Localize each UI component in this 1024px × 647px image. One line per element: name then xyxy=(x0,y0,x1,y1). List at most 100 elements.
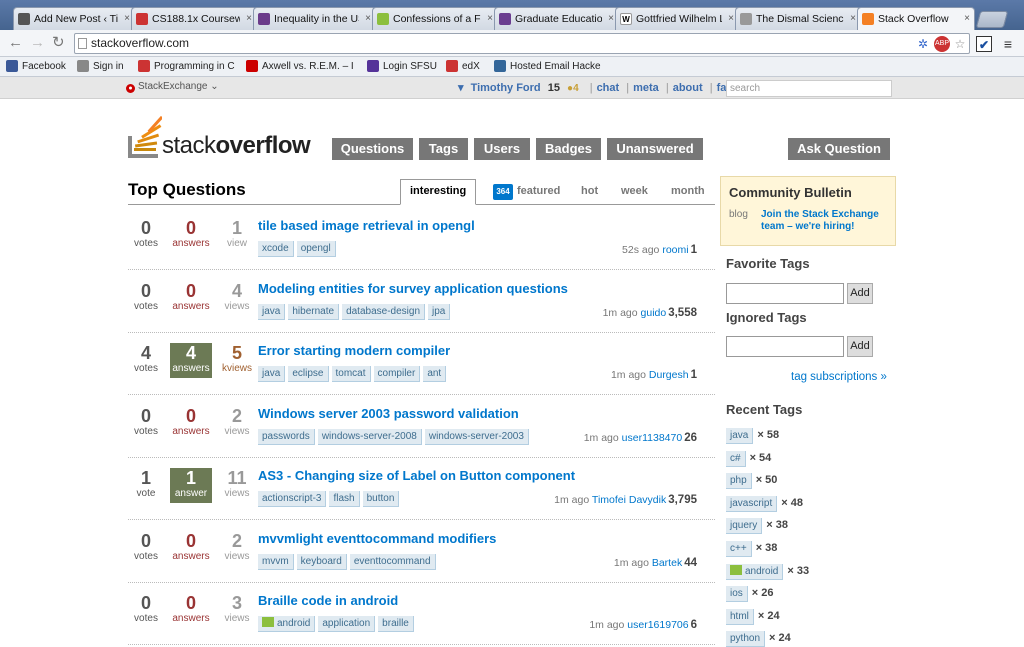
favorite-add-button[interactable]: Add xyxy=(847,283,873,304)
question-title-link[interactable]: AS3 - Changing size of Label on Button c… xyxy=(258,468,575,483)
menu-icon[interactable]: ≡ xyxy=(1000,36,1016,52)
nav-badges[interactable]: Badges xyxy=(536,138,601,160)
meta-link[interactable]: meta xyxy=(633,82,659,94)
user-link[interactable]: user1138470 xyxy=(622,432,683,444)
back-icon[interactable]: ← xyxy=(8,34,23,52)
bookmark-item[interactable]: Login SFSU xyxy=(367,59,437,74)
tag-braille[interactable]: braille xyxy=(378,616,414,632)
search-input[interactable]: search xyxy=(726,80,892,97)
user-link[interactable]: Timofei Davydik xyxy=(592,494,666,506)
tag-ant[interactable]: ant xyxy=(423,366,447,382)
bulletin-link[interactable]: Join the Stack Exchange team – we're hir… xyxy=(761,209,891,233)
ignored-add-button[interactable]: Add xyxy=(847,336,873,357)
user-link[interactable]: Bartek xyxy=(652,557,682,569)
tag-ios[interactable]: ios xyxy=(726,586,748,603)
tab-week[interactable]: week xyxy=(621,180,648,202)
question-title-link[interactable]: Windows server 2003 password validation xyxy=(258,406,519,421)
tag-flash[interactable]: flash xyxy=(329,491,360,507)
nav-tags[interactable]: Tags xyxy=(419,138,468,160)
browser-tab[interactable]: The Dismal Science × xyxy=(735,7,861,30)
tag-eclipse[interactable]: eclipse xyxy=(288,366,329,382)
tag-java[interactable]: java xyxy=(726,428,754,444)
new-tab-button[interactable] xyxy=(975,11,1009,28)
tab-interesting[interactable]: interesting xyxy=(400,179,477,205)
chat-link[interactable]: chat xyxy=(597,82,620,94)
tag-passwords[interactable]: passwords xyxy=(258,428,315,445)
abp-icon[interactable]: ABP xyxy=(934,36,950,52)
tag-mvvm[interactable]: mvvm xyxy=(258,553,294,570)
tag-xcode[interactable]: xcode xyxy=(258,241,294,257)
tab-featured[interactable]: featured xyxy=(517,180,560,202)
tag-android[interactable]: android xyxy=(726,563,784,580)
close-icon[interactable]: × xyxy=(850,8,856,30)
address-bar[interactable]: stackoverflow.com xyxy=(74,33,970,54)
tag-php[interactable]: php xyxy=(726,473,752,490)
tag-c#[interactable]: c# xyxy=(726,450,746,467)
question-title-link[interactable]: Braille code in android xyxy=(258,593,398,608)
bookmark-item[interactable]: Axwell vs. R.E.M. – I xyxy=(246,59,354,74)
bookmark-item[interactable]: Sign in xyxy=(77,59,124,74)
tag-opengl[interactable]: opengl xyxy=(296,241,336,257)
stackoverflow-logo[interactable]: stackoverflow xyxy=(128,110,323,162)
user-link[interactable]: roomi xyxy=(662,244,688,256)
question-title-link[interactable]: tile based image retrieval in opengl xyxy=(258,218,475,233)
close-icon[interactable]: × xyxy=(246,8,252,30)
ignored-tags-input[interactable] xyxy=(726,336,844,357)
tag-jquery[interactable]: jquery xyxy=(726,518,763,535)
tag-application[interactable]: application xyxy=(318,616,376,632)
user-menu[interactable]: ▾ Timothy Ford 15 ●4 xyxy=(458,82,583,94)
reload-icon[interactable]: ↻ xyxy=(52,34,65,52)
browser-tab[interactable]: Stack Overflow × xyxy=(857,7,975,30)
tag-windows-server-2003[interactable]: windows-server-2003 xyxy=(424,428,529,445)
tag-subscriptions-link[interactable]: tag subscriptions » xyxy=(791,371,887,383)
favorite-tags-input[interactable] xyxy=(726,283,844,304)
close-icon[interactable]: × xyxy=(608,8,614,30)
user-link[interactable]: guido xyxy=(641,307,667,319)
tag-python[interactable]: python xyxy=(726,631,766,647)
tag-windows-server-2008[interactable]: windows-server-2008 xyxy=(317,428,422,445)
tag-eventtocommand[interactable]: eventtocommand xyxy=(349,553,436,570)
user-link[interactable]: user1619706 xyxy=(627,619,688,631)
close-icon[interactable]: × xyxy=(365,8,371,30)
tag-javascript[interactable]: javascript xyxy=(726,495,778,512)
star-icon[interactable]: ☆ xyxy=(952,36,968,52)
browser-tab[interactable]: CS188.1x Coursew × xyxy=(131,7,257,30)
browser-tab[interactable]: Inequality in the US × xyxy=(253,7,376,30)
tag-tomcat[interactable]: tomcat xyxy=(331,366,371,382)
close-icon[interactable]: × xyxy=(487,8,493,30)
tab-month[interactable]: month xyxy=(671,180,705,202)
extension-icon[interactable]: ✲ xyxy=(915,36,931,52)
tab-hot[interactable]: hot xyxy=(581,180,598,202)
close-icon[interactable]: × xyxy=(964,8,970,30)
question-title-link[interactable]: Error starting modern compiler xyxy=(258,343,450,358)
tag-html[interactable]: html xyxy=(726,608,754,625)
browser-tab[interactable]: Graduate Education × xyxy=(494,7,619,30)
tag-compiler[interactable]: compiler xyxy=(373,366,421,382)
checkbox-extension-icon[interactable]: ✔ xyxy=(976,36,992,52)
tag-actionscript-3[interactable]: actionscript-3 xyxy=(258,491,327,507)
bookmark-item[interactable]: Programming in C xyxy=(138,59,235,74)
nav-questions[interactable]: Questions xyxy=(332,138,413,160)
tag-hibernate[interactable]: hibernate xyxy=(288,303,340,320)
tag-java[interactable]: java xyxy=(258,303,286,320)
close-icon[interactable]: × xyxy=(728,8,734,30)
bookmark-item[interactable]: Facebook xyxy=(6,59,66,74)
question-title-link[interactable]: mvvmlight eventtocommand modifiers xyxy=(258,531,496,546)
browser-tab[interactable]: W Gottfried Wilhelm L × xyxy=(615,7,739,30)
nav-unanswered[interactable]: Unanswered xyxy=(607,138,703,160)
tag-keyboard[interactable]: keyboard xyxy=(296,553,347,570)
nav-users[interactable]: Users xyxy=(474,138,530,160)
user-link[interactable]: Durgesh xyxy=(649,369,689,381)
tag-java[interactable]: java xyxy=(258,366,286,382)
browser-tab[interactable]: Confessions of a Fo × xyxy=(372,7,498,30)
tag-database-design[interactable]: database-design xyxy=(342,303,426,320)
tag-android[interactable]: android xyxy=(258,616,316,632)
question-title-link[interactable]: Modeling entities for survey application… xyxy=(258,281,568,296)
browser-tab[interactable]: Add New Post ‹ Tim × xyxy=(13,7,135,30)
about-link[interactable]: about xyxy=(673,82,703,94)
ask-question-button[interactable]: Ask Question xyxy=(788,138,890,160)
tag-c++[interactable]: c++ xyxy=(726,541,752,557)
tag-jpa[interactable]: jpa xyxy=(428,303,451,320)
stackexchange-menu[interactable]: ● StackExchange ⌄ xyxy=(126,81,219,93)
close-icon[interactable]: × xyxy=(124,8,130,30)
